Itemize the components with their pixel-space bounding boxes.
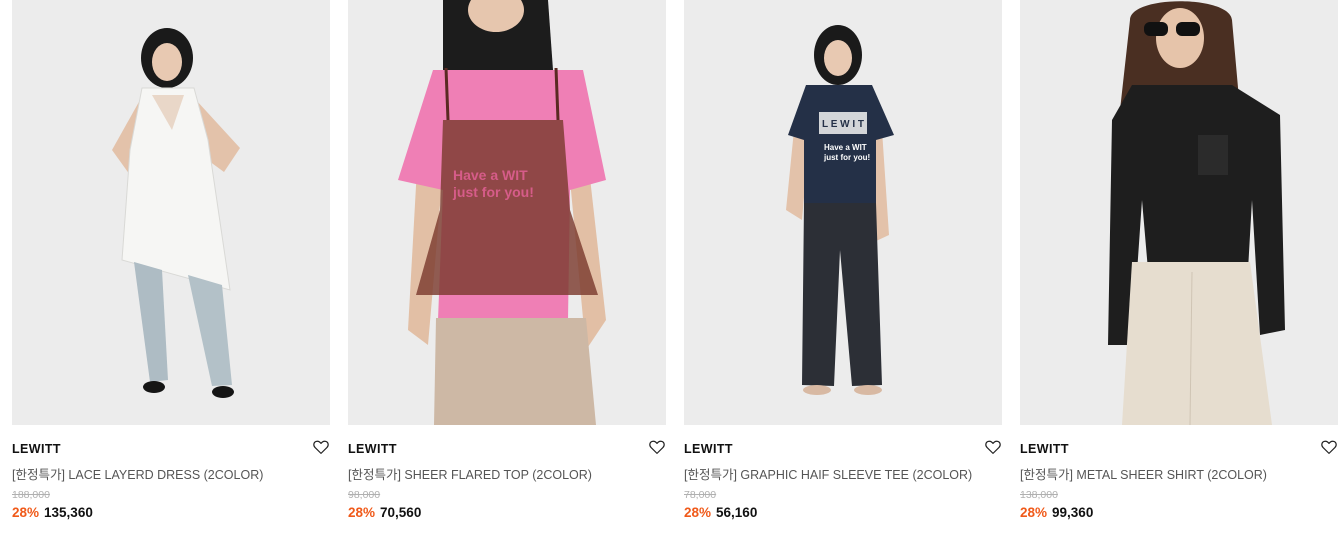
- svg-text:Have a WIT: Have a WIT: [453, 167, 528, 183]
- original-price: 98,000: [348, 489, 381, 501]
- heart-outline-icon[interactable]: [312, 438, 330, 456]
- heart-outline-icon[interactable]: [648, 438, 666, 456]
- discount-rate: 28%: [348, 505, 376, 520]
- sale-price-row: 28% 70,560: [348, 505, 421, 520]
- product-brand[interactable]: LEWITT: [1020, 442, 1069, 456]
- product-image[interactable]: Have a WIT just for you!: [348, 0, 666, 425]
- heart-outline-icon[interactable]: [1320, 438, 1338, 456]
- svg-text:L E W I T T: L E W I T T: [822, 119, 873, 130]
- discount-rate: 28%: [1020, 505, 1048, 520]
- product-grid: LEWITT [한정특가] LACE LAYERD DRESS (2COLOR)…: [0, 0, 1341, 534]
- sale-price: 135,360: [44, 505, 93, 520]
- original-price: 138,000: [1020, 489, 1058, 501]
- svg-text:just for you!: just for you!: [823, 153, 870, 162]
- original-price: 78,000: [684, 489, 717, 501]
- product-brand[interactable]: LEWITT: [12, 442, 61, 456]
- sale-price: 70,560: [380, 505, 422, 520]
- sale-price: 56,160: [716, 505, 758, 520]
- sale-price-row: 28% 135,360: [12, 505, 93, 520]
- product-card[interactable]: Have a WIT just for you! LEWITT [한정특가] S…: [348, 0, 666, 534]
- svg-text:Have a WIT: Have a WIT: [824, 143, 867, 152]
- product-card[interactable]: LEWITT [한정특가] LACE LAYERD DRESS (2COLOR)…: [12, 0, 330, 534]
- discount-rate: 28%: [684, 505, 712, 520]
- heart-outline-icon[interactable]: [984, 438, 1002, 456]
- sale-price-row: 28% 56,160: [684, 505, 757, 520]
- product-image[interactable]: L E W I T T Have a WIT just for you!: [684, 0, 1002, 425]
- sale-price: 99,360: [1052, 505, 1094, 520]
- product-card[interactable]: L E W I T T Have a WIT just for you! LEW…: [684, 0, 1002, 534]
- product-name[interactable]: [한정특가] METAL SHEER SHIRT (2COLOR): [1020, 464, 1267, 483]
- product-card[interactable]: LEWITT [한정특가] METAL SHEER SHIRT (2COLOR)…: [1020, 0, 1338, 534]
- product-image[interactable]: [12, 0, 330, 425]
- sale-price-row: 28% 99,360: [1020, 505, 1093, 520]
- product-image[interactable]: [1020, 0, 1338, 425]
- product-brand[interactable]: LEWITT: [348, 442, 397, 456]
- svg-text:just for you!: just for you!: [452, 184, 534, 200]
- original-price: 188,000: [12, 489, 50, 501]
- product-name[interactable]: [한정특가] LACE LAYERD DRESS (2COLOR): [12, 464, 263, 483]
- product-name[interactable]: [한정특가] GRAPHIC HAIF SLEEVE TEE (2COLOR): [684, 464, 972, 483]
- product-name[interactable]: [한정특가] SHEER FLARED TOP (2COLOR): [348, 464, 592, 483]
- discount-rate: 28%: [12, 505, 40, 520]
- product-brand[interactable]: LEWITT: [684, 442, 733, 456]
